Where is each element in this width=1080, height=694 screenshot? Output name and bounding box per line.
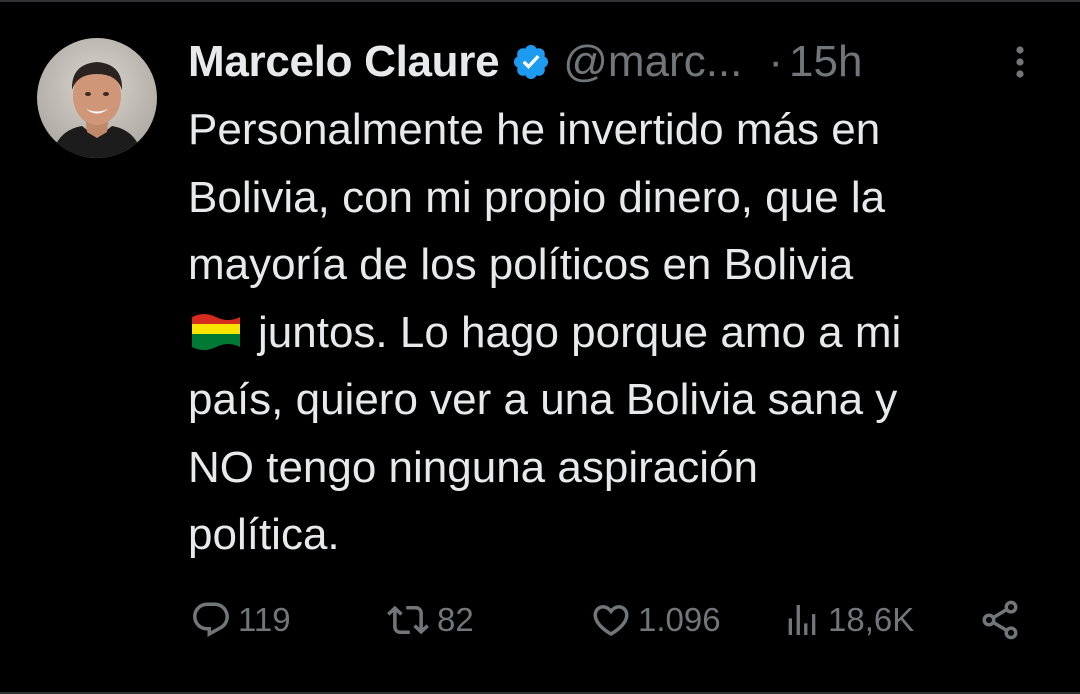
tweet-text-line: país, quiero ver a una Bolivia sana y bbox=[188, 375, 898, 424]
share-button[interactable] bbox=[978, 596, 1022, 644]
tweet-text-line: Personalmente he invertido más en bbox=[188, 105, 881, 154]
views-icon bbox=[782, 599, 822, 641]
retweet-button[interactable]: 82 bbox=[385, 596, 474, 644]
timestamp[interactable]: 15h bbox=[789, 37, 862, 87]
reply-button[interactable]: 119 bbox=[190, 596, 291, 644]
like-count: 1.096 bbox=[638, 601, 721, 638]
tweet-text-segment: juntos. Lo hago porque amo a mi bbox=[258, 307, 902, 357]
views-button[interactable]: 18,6K bbox=[782, 596, 914, 644]
tweet-text-line-with-flag: juntos. Lo hago porque amo a mi bbox=[188, 299, 1068, 367]
reply-icon bbox=[190, 599, 232, 641]
tweet-text-line: Bolivia, con mi propio dinero, que la bbox=[188, 172, 886, 222]
tweet-card[interactable]: Marcelo Claure @marc... · 15h Personalme… bbox=[0, 0, 1080, 694]
action-bar: 119 82 1.096 18,6K bbox=[0, 596, 1080, 644]
tweet-header: Marcelo Claure @marc... · 15h bbox=[188, 34, 1048, 90]
retweet-icon bbox=[385, 599, 431, 641]
more-options-icon[interactable] bbox=[1008, 42, 1032, 82]
tweet-text-line: NO tengo ninguna aspiración bbox=[188, 442, 758, 492]
share-icon bbox=[978, 598, 1022, 642]
tweet-text-line: mayoría de los políticos en Bolivia bbox=[188, 240, 854, 289]
reply-count: 119 bbox=[238, 601, 291, 638]
views-count: 18,6K bbox=[828, 601, 915, 638]
like-icon bbox=[590, 599, 632, 641]
tweet-text: Personalmente he invertido más en Bolivi… bbox=[188, 96, 1068, 569]
like-button[interactable]: 1.096 bbox=[590, 596, 721, 644]
avatar[interactable] bbox=[37, 38, 157, 158]
handle[interactable]: @marc... bbox=[563, 37, 742, 87]
retweet-count: 82 bbox=[437, 601, 474, 638]
bolivia-flag-icon bbox=[188, 305, 244, 350]
display-name[interactable]: Marcelo Claure bbox=[188, 37, 500, 87]
tweet-text-line: política. bbox=[188, 510, 340, 559]
verified-badge-icon[interactable] bbox=[511, 42, 551, 82]
separator-dot: · bbox=[768, 37, 784, 86]
